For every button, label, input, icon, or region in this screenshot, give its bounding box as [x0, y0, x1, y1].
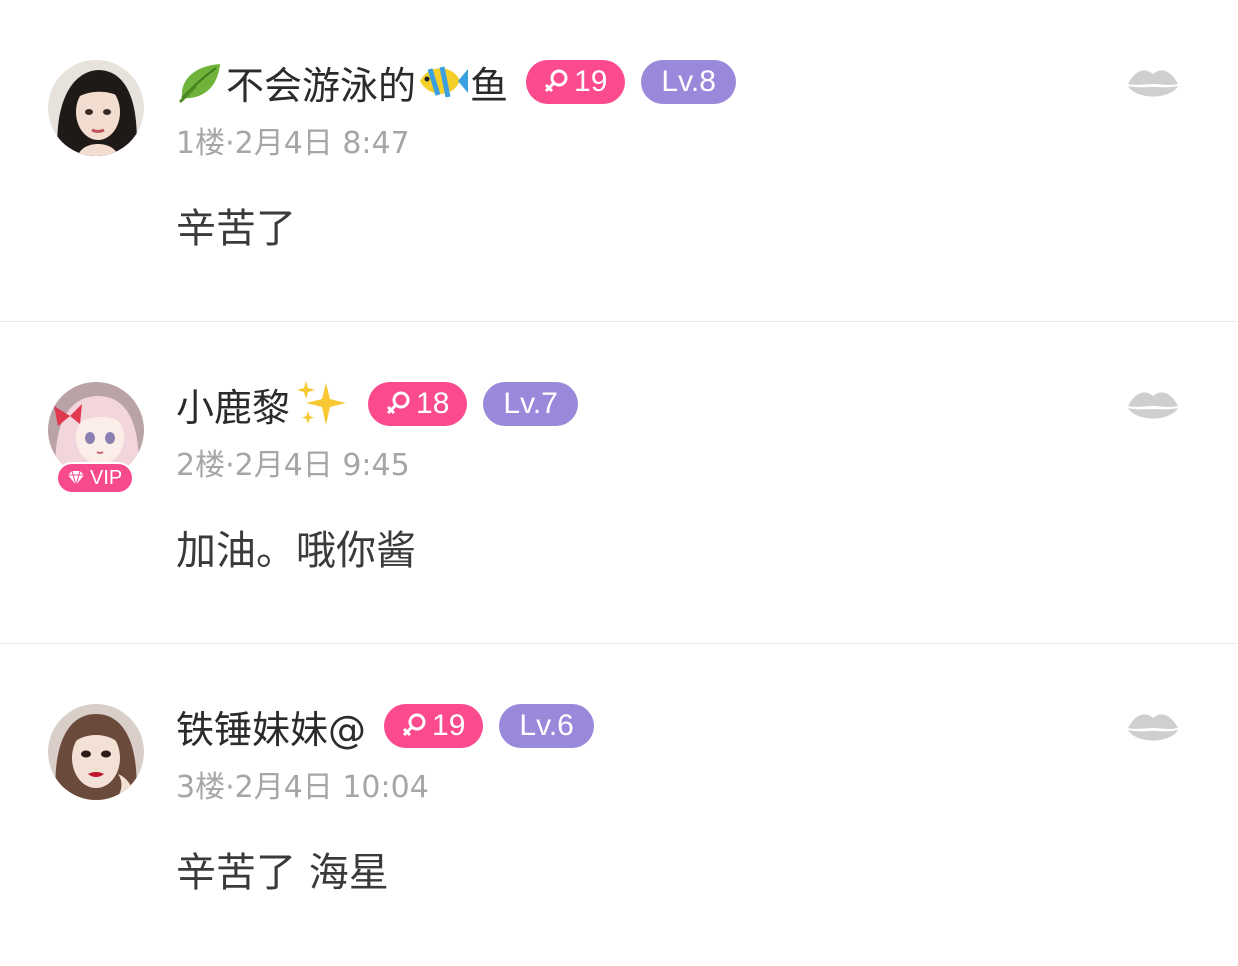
female-symbol-icon	[402, 713, 426, 737]
username[interactable]: 铁锤妹妹@	[176, 699, 366, 754]
lips-icon	[1128, 714, 1178, 741]
age-value: 18	[416, 387, 450, 420]
comment-text: 加油。哦你酱	[176, 528, 416, 574]
gender-age-badge: 18	[368, 382, 468, 426]
user-avatar[interactable]	[48, 704, 144, 800]
level-badge: Lv.7	[483, 382, 578, 426]
tropical-fish-icon	[416, 59, 470, 105]
leaf-icon	[176, 58, 226, 106]
lips-like-button[interactable]	[1126, 386, 1180, 426]
comment-text: 辛苦了 海星	[176, 850, 389, 896]
floor-timestamp: 1楼·2月4日 8:47	[176, 126, 410, 161]
username-text: 铁锤妹妹@	[176, 707, 367, 752]
comment-text: 辛苦了	[176, 206, 296, 252]
username-text-suffix: 鱼	[470, 63, 509, 108]
comment-item: VIP 小鹿黎 18 Lv.7 2楼·2月4日 9:45 加油。哦你酱	[0, 322, 1238, 644]
gender-age-badge: 19	[526, 60, 626, 104]
level-badge: Lv.6	[499, 704, 594, 748]
lips-like-button[interactable]	[1126, 708, 1180, 748]
username-text: 不会游泳的	[226, 63, 417, 108]
gender-age-badge: 19	[384, 704, 484, 748]
vip-label: VIP	[90, 466, 123, 489]
diamond-icon	[68, 470, 84, 486]
username[interactable]: 小鹿黎	[176, 377, 350, 432]
name-row: 不会游泳的 鱼 19 Lv.8	[176, 56, 736, 108]
name-row: 铁锤妹妹@ 19 Lv.6	[176, 700, 594, 752]
comment-item: 不会游泳的 鱼 19 Lv.8 1楼·2月4日 8:47 辛苦了	[0, 0, 1238, 322]
lips-icon	[1128, 392, 1178, 419]
vip-badge: VIP	[56, 462, 135, 494]
floor-timestamp: 2楼·2月4日 9:45	[176, 448, 410, 483]
comment-item: 铁锤妹妹@ 19 Lv.6 3楼·2月4日 10:04 辛苦了 海星	[0, 644, 1238, 966]
lips-like-button[interactable]	[1126, 64, 1180, 104]
level-badge: Lv.8	[641, 60, 736, 104]
lips-icon	[1128, 70, 1178, 97]
floor-timestamp: 3楼·2月4日 10:04	[176, 770, 429, 805]
user-avatar[interactable]	[48, 60, 144, 156]
age-value: 19	[432, 709, 466, 742]
female-symbol-icon	[544, 69, 568, 93]
name-row: 小鹿黎 18 Lv.7	[176, 378, 578, 430]
female-symbol-icon	[386, 391, 410, 415]
avatar-dark-hair-girl-icon	[48, 60, 144, 156]
username[interactable]: 不会游泳的 鱼	[176, 55, 508, 110]
sparkles-icon	[296, 379, 350, 429]
avatar-girl-red-lips-icon	[48, 704, 144, 800]
username-text: 小鹿黎	[176, 385, 291, 430]
age-value: 19	[574, 65, 608, 98]
